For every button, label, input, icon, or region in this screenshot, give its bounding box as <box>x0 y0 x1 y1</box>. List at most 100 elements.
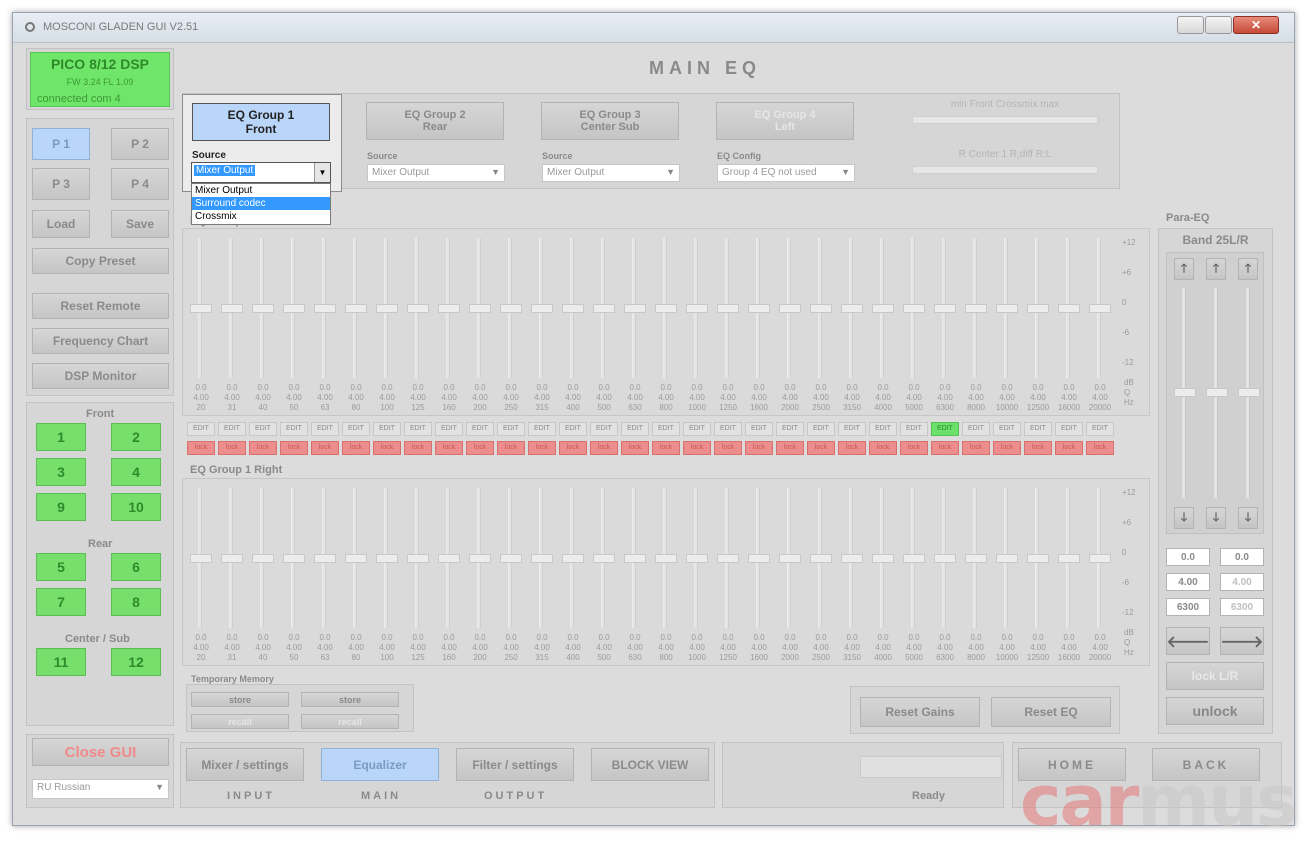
recall-button-2[interactable]: recall <box>301 714 399 729</box>
slider-knob[interactable] <box>1027 304 1049 313</box>
channel-5-button[interactable]: 5 <box>36 553 86 581</box>
eq-slider-left-500[interactable]: 0.0 4.00 500 <box>593 238 615 418</box>
slider-knob[interactable] <box>748 304 770 313</box>
eq-group-3-button[interactable]: EQ Group 3 Center Sub <box>541 102 679 140</box>
preset-p4-button[interactable]: P 4 <box>111 168 169 200</box>
slider-knob[interactable] <box>1058 304 1080 313</box>
slider-knob[interactable] <box>965 554 987 563</box>
eq-slider-right-31[interactable]: 0.0 4.00 31 <box>221 488 243 668</box>
slider-knob[interactable] <box>314 554 336 563</box>
eq-group-4-button[interactable]: EQ Group 4 Left <box>716 102 854 140</box>
eq-slider-left-800[interactable]: 0.0 4.00 800 <box>655 238 677 418</box>
maximize-button[interactable] <box>1205 16 1232 34</box>
para-freq-right[interactable]: 6300 <box>1220 598 1264 616</box>
eq-slider-left-63[interactable]: 0.0 4.00 63 <box>314 238 336 418</box>
close-window-button[interactable]: ✕ <box>1233 16 1279 34</box>
arrow-up-icon[interactable]: 🡑 <box>1174 258 1194 280</box>
slider-knob[interactable] <box>562 554 584 563</box>
slider-knob[interactable] <box>376 554 398 563</box>
arrow-up-icon[interactable]: 🡑 <box>1206 258 1226 280</box>
edit-band-63-button[interactable]: EDIT <box>311 422 339 436</box>
slider-knob[interactable] <box>841 554 863 563</box>
eq-slider-left-100[interactable]: 0.0 4.00 100 <box>376 238 398 418</box>
lock-band-6300-button[interactable]: lock <box>931 441 959 455</box>
lock-band-10000-button[interactable]: lock <box>993 441 1021 455</box>
front-crossmix-slider[interactable] <box>912 116 1098 124</box>
slider-knob[interactable] <box>686 304 708 313</box>
channel-11-button[interactable]: 11 <box>36 648 86 676</box>
eq-slider-left-8000[interactable]: 0.0 4.00 8000 <box>965 238 987 418</box>
eq-slider-left-2000[interactable]: 0.0 4.00 2000 <box>779 238 801 418</box>
eq-group-2-button[interactable]: EQ Group 2 Rear <box>366 102 504 140</box>
para-gain-right[interactable]: 0.0 <box>1220 548 1264 566</box>
eq-slider-right-50[interactable]: 0.0 4.00 50 <box>283 488 305 668</box>
edit-band-80-button[interactable]: EDIT <box>342 422 370 436</box>
eq-slider-left-50[interactable]: 0.0 4.00 50 <box>283 238 305 418</box>
eq-slider-left-20[interactable]: 0.0 4.00 20 <box>190 238 212 418</box>
dsp-monitor-button[interactable]: DSP Monitor <box>32 363 169 389</box>
eq-slider-right-20000[interactable]: 0.0 4.00 20000 <box>1089 488 1111 668</box>
slider-knob[interactable] <box>531 304 553 313</box>
minimize-button[interactable] <box>1177 16 1204 34</box>
lock-band-100-button[interactable]: lock <box>373 441 401 455</box>
lock-band-80-button[interactable]: lock <box>342 441 370 455</box>
slider-knob[interactable] <box>686 554 708 563</box>
slider-knob[interactable] <box>965 304 987 313</box>
block-view-button[interactable]: BLOCK VIEW <box>591 748 709 781</box>
edit-band-12500-button[interactable]: EDIT <box>1024 422 1052 436</box>
slider-knob[interactable] <box>934 554 956 563</box>
lock-band-50-button[interactable]: lock <box>280 441 308 455</box>
store-button-1[interactable]: store <box>191 692 289 707</box>
source-select-3[interactable]: Mixer Output ▼ <box>542 164 680 182</box>
channel-7-button[interactable]: 7 <box>36 588 86 616</box>
edit-band-800-button[interactable]: EDIT <box>652 422 680 436</box>
slider-knob[interactable] <box>500 554 522 563</box>
frequency-chart-button[interactable]: Frequency Chart <box>32 328 169 354</box>
edit-band-400-button[interactable]: EDIT <box>559 422 587 436</box>
slider-knob[interactable] <box>190 554 212 563</box>
edit-band-100-button[interactable]: EDIT <box>373 422 401 436</box>
lock-band-8000-button[interactable]: lock <box>962 441 990 455</box>
lock-lr-button[interactable]: lock L/R <box>1166 662 1264 690</box>
equalizer-button[interactable]: Equalizer <box>321 748 439 781</box>
slider-knob[interactable] <box>221 304 243 313</box>
para-gain-left[interactable]: 0.0 <box>1166 548 1210 566</box>
eq-slider-right-1000[interactable]: 0.0 4.00 1000 <box>686 488 708 668</box>
slider-knob[interactable] <box>500 304 522 313</box>
eq-slider-right-16000[interactable]: 0.0 4.00 16000 <box>1058 488 1080 668</box>
eq-slider-left-31[interactable]: 0.0 4.00 31 <box>221 238 243 418</box>
mixer-settings-button[interactable]: Mixer / settings <box>186 748 304 781</box>
recall-button-1[interactable]: recall <box>191 714 289 729</box>
slider-knob[interactable] <box>593 304 615 313</box>
store-button-2[interactable]: store <box>301 692 399 707</box>
lock-band-1000-button[interactable]: lock <box>683 441 711 455</box>
eq-slider-left-16000[interactable]: 0.0 4.00 16000 <box>1058 238 1080 418</box>
eq-slider-right-125[interactable]: 0.0 4.00 125 <box>407 488 429 668</box>
slider-knob[interactable] <box>438 304 460 313</box>
eq-slider-left-250[interactable]: 0.0 4.00 250 <box>500 238 522 418</box>
save-button[interactable]: Save <box>111 210 169 238</box>
lock-band-4000-button[interactable]: lock <box>869 441 897 455</box>
slider-knob[interactable] <box>872 304 894 313</box>
lock-band-20000-button[interactable]: lock <box>1086 441 1114 455</box>
slider-knob[interactable] <box>531 554 553 563</box>
edit-band-1000-button[interactable]: EDIT <box>683 422 711 436</box>
slider-knob[interactable] <box>717 304 739 313</box>
arrow-down-icon[interactable]: 🡓 <box>1206 507 1226 529</box>
slider-knob[interactable] <box>996 304 1018 313</box>
lock-band-125-button[interactable]: lock <box>404 441 432 455</box>
close-gui-button[interactable]: Close GUI <box>32 738 169 766</box>
eq-slider-right-800[interactable]: 0.0 4.00 800 <box>655 488 677 668</box>
arrow-right-icon[interactable]: 🡒 <box>1220 627 1264 655</box>
edit-band-2000-button[interactable]: EDIT <box>776 422 804 436</box>
lock-band-630-button[interactable]: lock <box>621 441 649 455</box>
eq-slider-right-80[interactable]: 0.0 4.00 80 <box>345 488 367 668</box>
eq-slider-left-630[interactable]: 0.0 4.00 630 <box>624 238 646 418</box>
edit-band-3150-button[interactable]: EDIT <box>838 422 866 436</box>
language-select[interactable]: RU Russian ▼ <box>32 779 169 799</box>
eq-slider-left-125[interactable]: 0.0 4.00 125 <box>407 238 429 418</box>
eq-slider-left-20000[interactable]: 0.0 4.00 20000 <box>1089 238 1111 418</box>
edit-band-250-button[interactable]: EDIT <box>497 422 525 436</box>
slider-knob[interactable] <box>810 304 832 313</box>
eq-slider-left-4000[interactable]: 0.0 4.00 4000 <box>872 238 894 418</box>
